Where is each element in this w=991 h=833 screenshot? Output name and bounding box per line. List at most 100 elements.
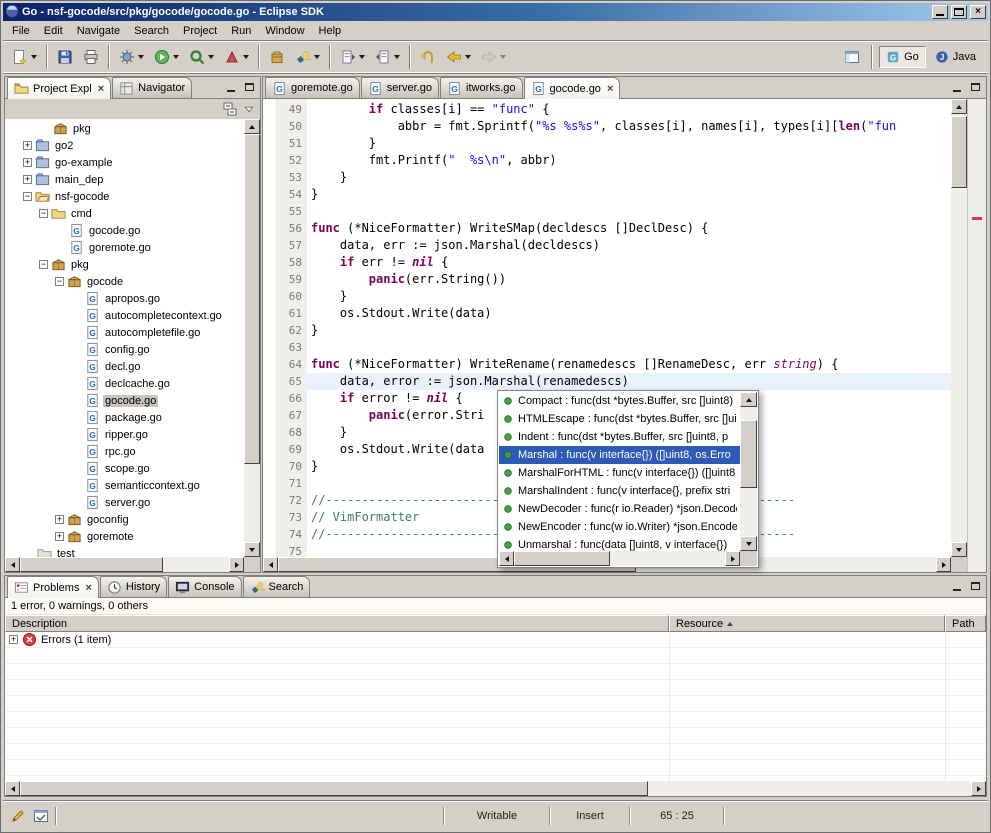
scrollbar-thumb[interactable]	[20, 781, 648, 796]
close-tab-icon[interactable]: ×	[85, 582, 91, 594]
maximize-view-button[interactable]	[243, 81, 257, 94]
tree-item-config-go[interactable]: Gconfig.go	[5, 341, 244, 358]
search-button[interactable]	[291, 44, 324, 70]
dropdown-arrow-icon[interactable]	[359, 55, 365, 59]
minimize-button[interactable]	[932, 5, 948, 19]
back-button[interactable]	[442, 44, 475, 70]
save-button[interactable]	[53, 44, 77, 70]
dropdown-arrow-icon[interactable]	[31, 55, 37, 59]
scroll-right-icon[interactable]	[971, 781, 986, 796]
previous-annotation-button[interactable]	[371, 44, 404, 70]
tree-item-gocode-go[interactable]: Ggocode.go	[5, 222, 244, 239]
tree-item-scope-go[interactable]: Gscope.go	[5, 460, 244, 477]
code-line-49[interactable]: 49 if classes[i] == "func" {	[277, 101, 951, 118]
maximize-editor-button[interactable]	[969, 81, 983, 94]
code-line-65[interactable]: 65 data, error := json.Marshal(renamedes…	[277, 373, 951, 390]
editor-tab-goremote-go[interactable]: Ggoremote.go	[265, 77, 360, 98]
popup-vertical-scrollbar[interactable]	[740, 392, 757, 551]
forward-button[interactable]	[477, 44, 510, 70]
column-divider[interactable]	[669, 632, 670, 781]
minimize-view-button[interactable]	[225, 81, 239, 94]
tree-horizontal-scrollbar[interactable]	[5, 557, 244, 572]
close-tab-icon[interactable]: ×	[98, 83, 104, 95]
dropdown-arrow-icon[interactable]	[138, 55, 144, 59]
scroll-down-icon[interactable]	[244, 542, 260, 557]
close-tab-icon[interactable]: ×	[607, 83, 613, 95]
scroll-right-icon[interactable]	[229, 557, 244, 572]
scroll-up-icon[interactable]	[740, 392, 757, 407]
open-perspective-button[interactable]	[840, 44, 864, 70]
scroll-up-icon[interactable]	[951, 99, 967, 114]
debug-button[interactable]	[115, 44, 148, 70]
status-fastview-button[interactable]	[32, 807, 50, 825]
column-header-description[interactable]: Description	[5, 615, 669, 632]
tree-item-goconfig[interactable]: +goconfig	[5, 511, 244, 528]
next-annotation-button[interactable]	[336, 44, 369, 70]
popup-horizontal-scrollbar[interactable]	[499, 551, 740, 566]
expand-icon[interactable]: +	[9, 635, 18, 644]
collapse-icon[interactable]: −	[39, 260, 48, 269]
explorer-tab-navigator[interactable]: Navigator	[112, 77, 192, 98]
code-line-53[interactable]: 53 }	[277, 169, 951, 186]
close-button[interactable]: ×	[970, 5, 986, 19]
editor-vertical-scrollbar[interactable]	[951, 99, 967, 557]
code-line-58[interactable]: 58 if err != nil {	[277, 254, 951, 271]
expand-icon[interactable]: +	[23, 175, 32, 184]
completion-item-newdecoder[interactable]: NewDecoder : func(r io.Reader) *json.Dec…	[499, 500, 740, 518]
bottom-tab-problems[interactable]: Problems×	[7, 576, 99, 598]
bottom-tab-history[interactable]: History	[100, 576, 167, 597]
tree-vertical-scrollbar[interactable]	[244, 119, 260, 557]
print-button[interactable]	[79, 44, 103, 70]
expand-icon[interactable]: +	[55, 515, 64, 524]
error-mark[interactable]	[972, 217, 982, 220]
editor-tab-server-go[interactable]: Gserver.go	[361, 77, 439, 98]
explorer-tab-project-expl[interactable]: Project Expl×	[7, 77, 111, 99]
editor-tab-itworks-go[interactable]: Gitworks.go	[440, 77, 523, 98]
completion-item-newencoder[interactable]: NewEncoder : func(w io.Writer) *json.Enc…	[499, 518, 740, 536]
perspective-java-button[interactable]: JJava	[928, 46, 983, 68]
completion-item-unmarshal[interactable]: Unmarshal : func(data []uint8, v interfa…	[499, 536, 740, 551]
bottom-tab-console[interactable]: Console	[168, 576, 241, 597]
minimize-editor-button[interactable]	[951, 81, 965, 94]
scroll-right-icon[interactable]	[725, 551, 740, 566]
tree-item-semanticcontext-go[interactable]: Gsemanticcontext.go	[5, 477, 244, 494]
completion-item-marshalforhtml[interactable]: MarshalForHTML : func(v interface{}) ([]…	[499, 464, 740, 482]
menu-window[interactable]: Window	[258, 23, 311, 39]
tree-item-go-example[interactable]: +go-example	[5, 154, 244, 171]
collapse-icon[interactable]: −	[23, 192, 32, 201]
run-coverage-button[interactable]	[185, 44, 218, 70]
editor-tab-gocode-go[interactable]: Ggocode.go×	[524, 77, 621, 99]
code-line-56[interactable]: 56func (*NiceFormatter) WriteSMap(declde…	[277, 220, 951, 237]
dropdown-arrow-icon[interactable]	[243, 55, 249, 59]
tree-item-pkg[interactable]: −pkg	[5, 256, 244, 273]
tree-item-ripper-go[interactable]: Gripper.go	[5, 426, 244, 443]
expand-icon[interactable]: +	[23, 158, 32, 167]
column-header-path[interactable]: Path	[945, 615, 986, 632]
tree-item-package-go[interactable]: Gpackage.go	[5, 409, 244, 426]
tree-item-cmd[interactable]: −cmd	[5, 205, 244, 222]
collapse-icon[interactable]: −	[55, 277, 64, 286]
tree-item-autocompletecontext-go[interactable]: Gautocompletecontext.go	[5, 307, 244, 324]
profile-button[interactable]	[220, 44, 253, 70]
code-line-50[interactable]: 50 abbr = fmt.Sprintf("%s %s%s", classes…	[277, 118, 951, 135]
expand-icon[interactable]: +	[23, 141, 32, 150]
code-line-61[interactable]: 61 os.Stdout.Write(data)	[277, 305, 951, 322]
scroll-down-icon[interactable]	[951, 542, 967, 557]
tree-item-main-dep[interactable]: +main_dep	[5, 171, 244, 188]
scroll-left-icon[interactable]	[5, 781, 20, 796]
tree-item-go2[interactable]: +go2	[5, 137, 244, 154]
view-menu-button[interactable]	[242, 102, 256, 116]
dropdown-arrow-icon[interactable]	[394, 55, 400, 59]
minimize-view-button[interactable]	[951, 580, 965, 593]
scroll-right-icon[interactable]	[936, 557, 951, 572]
dropdown-arrow-icon[interactable]	[314, 55, 320, 59]
perspective-go-button[interactable]: GGo	[879, 46, 926, 68]
code-line-54[interactable]: 54}	[277, 186, 951, 203]
code-line-64[interactable]: 64func (*NiceFormatter) WriteRename(rena…	[277, 356, 951, 373]
status-pencil-button[interactable]	[9, 807, 27, 825]
code-line-52[interactable]: 52 fmt.Printf(" %s\n", abbr)	[277, 152, 951, 169]
menu-navigate[interactable]: Navigate	[70, 23, 127, 39]
collapse-all-button[interactable]	[221, 100, 239, 118]
dropdown-arrow-icon[interactable]	[208, 55, 214, 59]
new-wizard-button[interactable]	[8, 44, 41, 70]
